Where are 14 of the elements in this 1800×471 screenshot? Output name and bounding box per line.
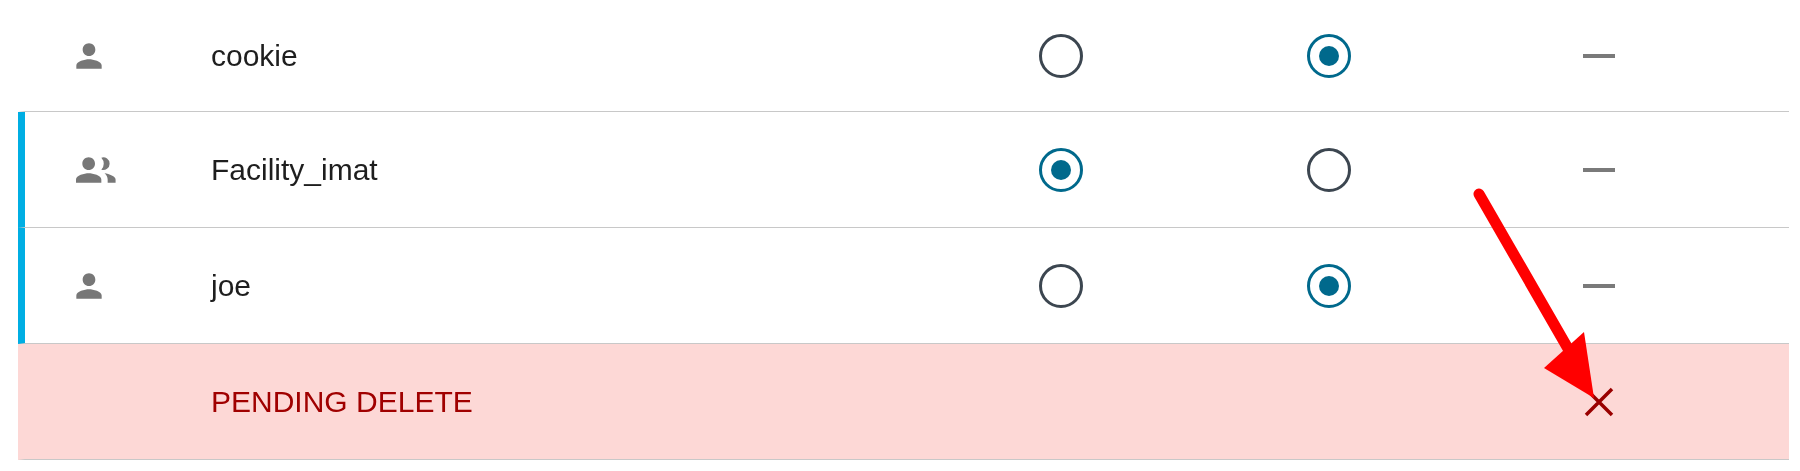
close-icon[interactable] — [1583, 385, 1615, 418]
radio-button[interactable] — [1307, 263, 1351, 308]
minus-icon[interactable] — [1583, 53, 1615, 58]
pending-delete-label: PENDING DELETE — [211, 384, 473, 419]
minus-icon[interactable] — [1583, 283, 1615, 288]
radio-button[interactable] — [1039, 33, 1083, 78]
name-text: Facility_imat — [211, 152, 378, 187]
name-text: joe — [211, 268, 252, 303]
name-text: cookie — [211, 38, 298, 73]
radio-button[interactable] — [1039, 263, 1083, 308]
radio-button[interactable] — [1307, 147, 1351, 192]
radio-button[interactable] — [1307, 33, 1351, 78]
radio-button[interactable] — [1039, 147, 1083, 192]
minus-icon[interactable] — [1583, 167, 1615, 172]
